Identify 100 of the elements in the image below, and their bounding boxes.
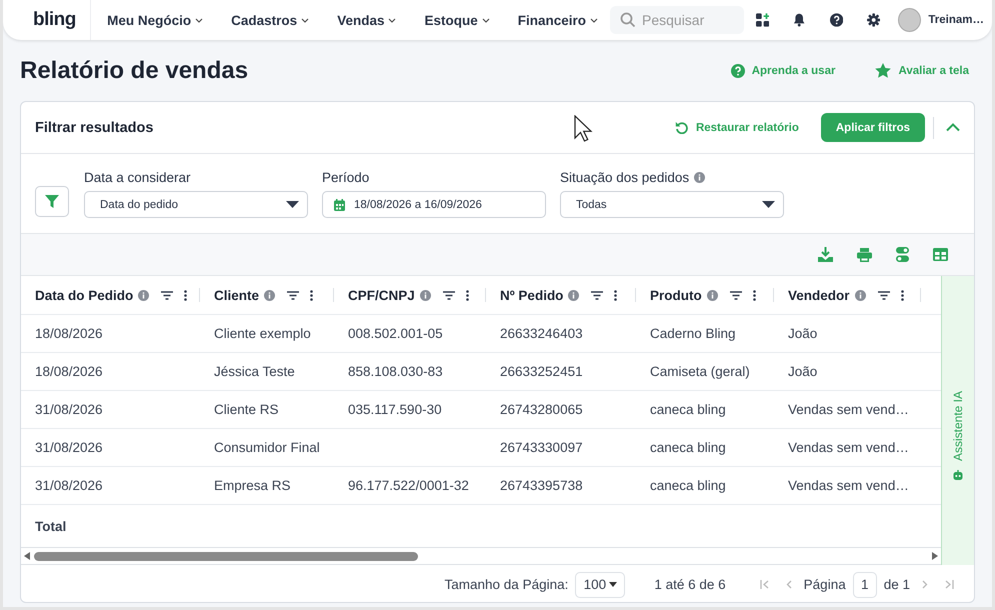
field-label: Período: [322, 170, 370, 184]
table-cell: Vendas sem vend…: [788, 440, 909, 455]
download-icon[interactable]: [818, 247, 833, 262]
table-cell: caneca bling: [650, 440, 726, 455]
page-total: de 1: [884, 577, 910, 592]
bell-icon[interactable]: [793, 13, 806, 27]
table-cell: Consumidor Final: [214, 440, 320, 455]
toggle-icon[interactable]: [896, 247, 909, 262]
filter-button[interactable]: [35, 186, 69, 217]
kebab-icon[interactable]: [752, 290, 756, 300]
table-cell: Cliente RS: [214, 402, 279, 417]
range-text: 1 até 6 de 6: [654, 577, 726, 592]
info-icon: [854, 290, 866, 300]
table-cell: 31/08/2026: [35, 478, 103, 493]
chevron-down-icon: [590, 18, 598, 22]
info-icon: [706, 290, 718, 300]
chevron-icon[interactable]: [946, 123, 960, 132]
nav-menu-item[interactable]: Financeiro: [518, 12, 598, 28]
table-cell: 96.177.522/0001-32: [348, 478, 469, 493]
nav-menu-item[interactable]: Cadastros: [231, 12, 310, 28]
chevron-down-icon: [388, 18, 396, 22]
caret-icon: [762, 201, 775, 208]
filter-icon[interactable]: [591, 290, 604, 300]
page-size-label: Tamanho da Página:: [444, 577, 568, 592]
caret-icon: [286, 201, 299, 208]
caret-icon: [609, 582, 618, 587]
table-cell: caneca bling: [650, 402, 726, 417]
kebab-icon[interactable]: [184, 290, 188, 300]
settings-icon[interactable]: [867, 13, 880, 27]
scroll-left-icon[interactable]: [24, 552, 30, 560]
column-header[interactable]: Vendedor: [788, 288, 850, 302]
total-label: Total: [35, 518, 66, 534]
table-cell: 31/08/2026: [35, 440, 103, 455]
page-size-select[interactable]: 100: [575, 572, 626, 598]
kebab-icon[interactable]: [466, 290, 469, 300]
chevron-down-icon: [482, 18, 490, 22]
table-cell: Camiseta (geral): [650, 364, 750, 379]
robot-icon: [953, 470, 963, 480]
user-name[interactable]: Treinam…: [928, 14, 984, 26]
table-cell: 858.108.030-83: [348, 364, 443, 379]
kebab-icon[interactable]: [614, 290, 618, 300]
cursor-icon: [574, 115, 594, 142]
section-title: Filtrar resultados: [35, 120, 154, 136]
help-icon: [730, 64, 745, 78]
table-cell: 035.117.590-30: [348, 402, 442, 417]
chevron-down-icon: [195, 18, 204, 22]
calendar-icon: [334, 198, 345, 210]
logo[interactable]: bling: [33, 9, 90, 31]
kebab-icon[interactable]: [900, 290, 904, 300]
field-label: Data a considerar: [84, 170, 191, 184]
table-cell: 26633252451: [500, 364, 583, 379]
info-icon: [568, 290, 580, 300]
table-cell: Caderno Bling: [650, 326, 736, 341]
search-icon: [620, 12, 636, 28]
page-title: Relatório de vendas: [20, 56, 248, 84]
info-icon: [420, 290, 431, 300]
apps-icon[interactable]: [756, 13, 770, 27]
column-header[interactable]: Data do Pedido: [35, 288, 134, 302]
filter-icon[interactable]: [287, 290, 300, 300]
column-header[interactable]: Produto: [650, 288, 702, 302]
table-cell: João: [788, 364, 818, 379]
filter-icon[interactable]: [161, 290, 174, 300]
page-label: Página: [804, 577, 846, 592]
select-field[interactable]: Todas: [560, 191, 784, 218]
nav-menu-item[interactable]: Meu Negócio: [107, 12, 204, 28]
kebab-icon[interactable]: [310, 290, 314, 300]
nav-menu-item[interactable]: Estoque: [424, 12, 490, 28]
filter-icon[interactable]: [730, 290, 742, 300]
select-field[interactable]: Data do pedido: [84, 191, 308, 218]
info-icon: [138, 290, 150, 300]
table-icon[interactable]: [933, 248, 948, 261]
field-label: Situação dos pedidos: [560, 170, 690, 184]
funnel-icon: [45, 195, 59, 208]
scroll-right-icon[interactable]: [932, 552, 938, 560]
table-cell: Empresa RS: [214, 478, 291, 493]
help-icon[interactable]: [830, 13, 844, 27]
date-field[interactable]: 18/08/2026 a 16/09/2026: [322, 191, 546, 218]
table-cell: 31/08/2026: [35, 402, 103, 417]
table-cell: Vendas sem vend…: [788, 478, 909, 493]
table-cell: 26743330097: [500, 440, 583, 455]
table-cell: caneca bling: [650, 478, 726, 493]
nav-menu-item[interactable]: Vendas: [337, 12, 396, 28]
table-cell: Cliente exemplo: [214, 326, 311, 341]
info-icon: [264, 290, 276, 300]
table-cell: 18/08/2026: [35, 326, 103, 341]
filter-icon[interactable]: [878, 290, 890, 300]
table-cell: Jéssica Teste: [214, 364, 295, 379]
table-cell: 26743395738: [500, 478, 583, 493]
column-header[interactable]: Cliente: [214, 288, 260, 302]
print-icon[interactable]: [857, 248, 872, 262]
page-field[interactable]: 1: [852, 572, 877, 598]
info-icon: [694, 172, 706, 182]
column-header[interactable]: CPF/CNPJ: [348, 288, 415, 302]
column-header[interactable]: Nº Pedido: [500, 288, 564, 302]
chevron-down-icon: [301, 18, 310, 22]
search-field[interactable]: Pesquisar: [610, 6, 744, 34]
table-cell: 26743280065: [500, 402, 583, 417]
filter-icon[interactable]: [442, 290, 455, 300]
table-cell: Vendas sem vend…: [788, 402, 909, 417]
undo-icon: [674, 121, 688, 134]
